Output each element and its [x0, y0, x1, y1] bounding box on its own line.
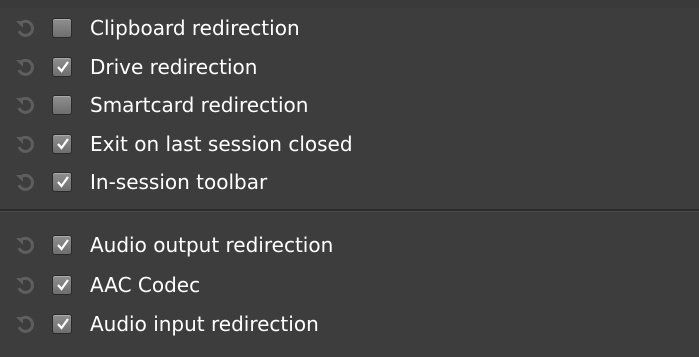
option-label: In-session toolbar	[90, 170, 268, 194]
reset-icon[interactable]	[14, 314, 36, 336]
settings-panel: Clipboard redirection Drive redirection …	[0, 0, 699, 357]
option-row-audio-input-redirection[interactable]: Audio input redirection	[0, 306, 699, 342]
checkmark-icon	[57, 239, 69, 251]
option-row-aac-codec[interactable]: AAC Codec	[0, 267, 699, 303]
checkmark-icon	[57, 61, 69, 73]
option-label: AAC Codec	[90, 273, 201, 297]
checkmark-icon	[57, 318, 69, 330]
option-row-audio-output-redirection[interactable]: Audio output redirection	[0, 227, 699, 263]
option-label: Exit on last session closed	[90, 132, 353, 156]
option-label: Audio output redirection	[90, 233, 334, 257]
audio-input-redirection-checkbox[interactable]	[52, 314, 72, 334]
reset-icon[interactable]	[14, 18, 36, 40]
checkmark-icon	[57, 279, 69, 291]
reset-icon[interactable]	[14, 57, 36, 79]
reset-icon[interactable]	[14, 95, 36, 117]
reset-icon[interactable]	[14, 235, 36, 257]
smartcard-redirection-checkbox[interactable]	[52, 95, 72, 115]
reset-icon[interactable]	[14, 172, 36, 194]
reset-icon[interactable]	[14, 275, 36, 297]
top-edge	[0, 0, 699, 8]
option-row-smartcard-redirection[interactable]: Smartcard redirection	[0, 87, 699, 123]
drive-redirection-checkbox[interactable]	[52, 57, 72, 77]
in-session-toolbar-checkbox[interactable]	[52, 172, 72, 192]
option-label: Smartcard redirection	[90, 93, 309, 117]
option-label: Audio input redirection	[90, 312, 319, 336]
option-label: Drive redirection	[90, 55, 258, 79]
option-row-drive-redirection[interactable]: Drive redirection	[0, 49, 699, 85]
reset-icon[interactable]	[14, 134, 36, 156]
checkmark-icon	[57, 176, 69, 188]
aac-codec-checkbox[interactable]	[52, 275, 72, 295]
option-label: Clipboard redirection	[90, 16, 300, 40]
audio-output-redirection-checkbox[interactable]	[52, 235, 72, 255]
option-row-clipboard-redirection[interactable]: Clipboard redirection	[0, 10, 699, 46]
clipboard-redirection-checkbox[interactable]	[52, 18, 72, 38]
option-row-exit-on-last-session-closed[interactable]: Exit on last session closed	[0, 126, 699, 162]
exit-on-last-session-closed-checkbox[interactable]	[52, 134, 72, 154]
section-divider	[0, 209, 699, 212]
checkmark-icon	[57, 138, 69, 150]
option-row-in-session-toolbar[interactable]: In-session toolbar	[0, 164, 699, 200]
